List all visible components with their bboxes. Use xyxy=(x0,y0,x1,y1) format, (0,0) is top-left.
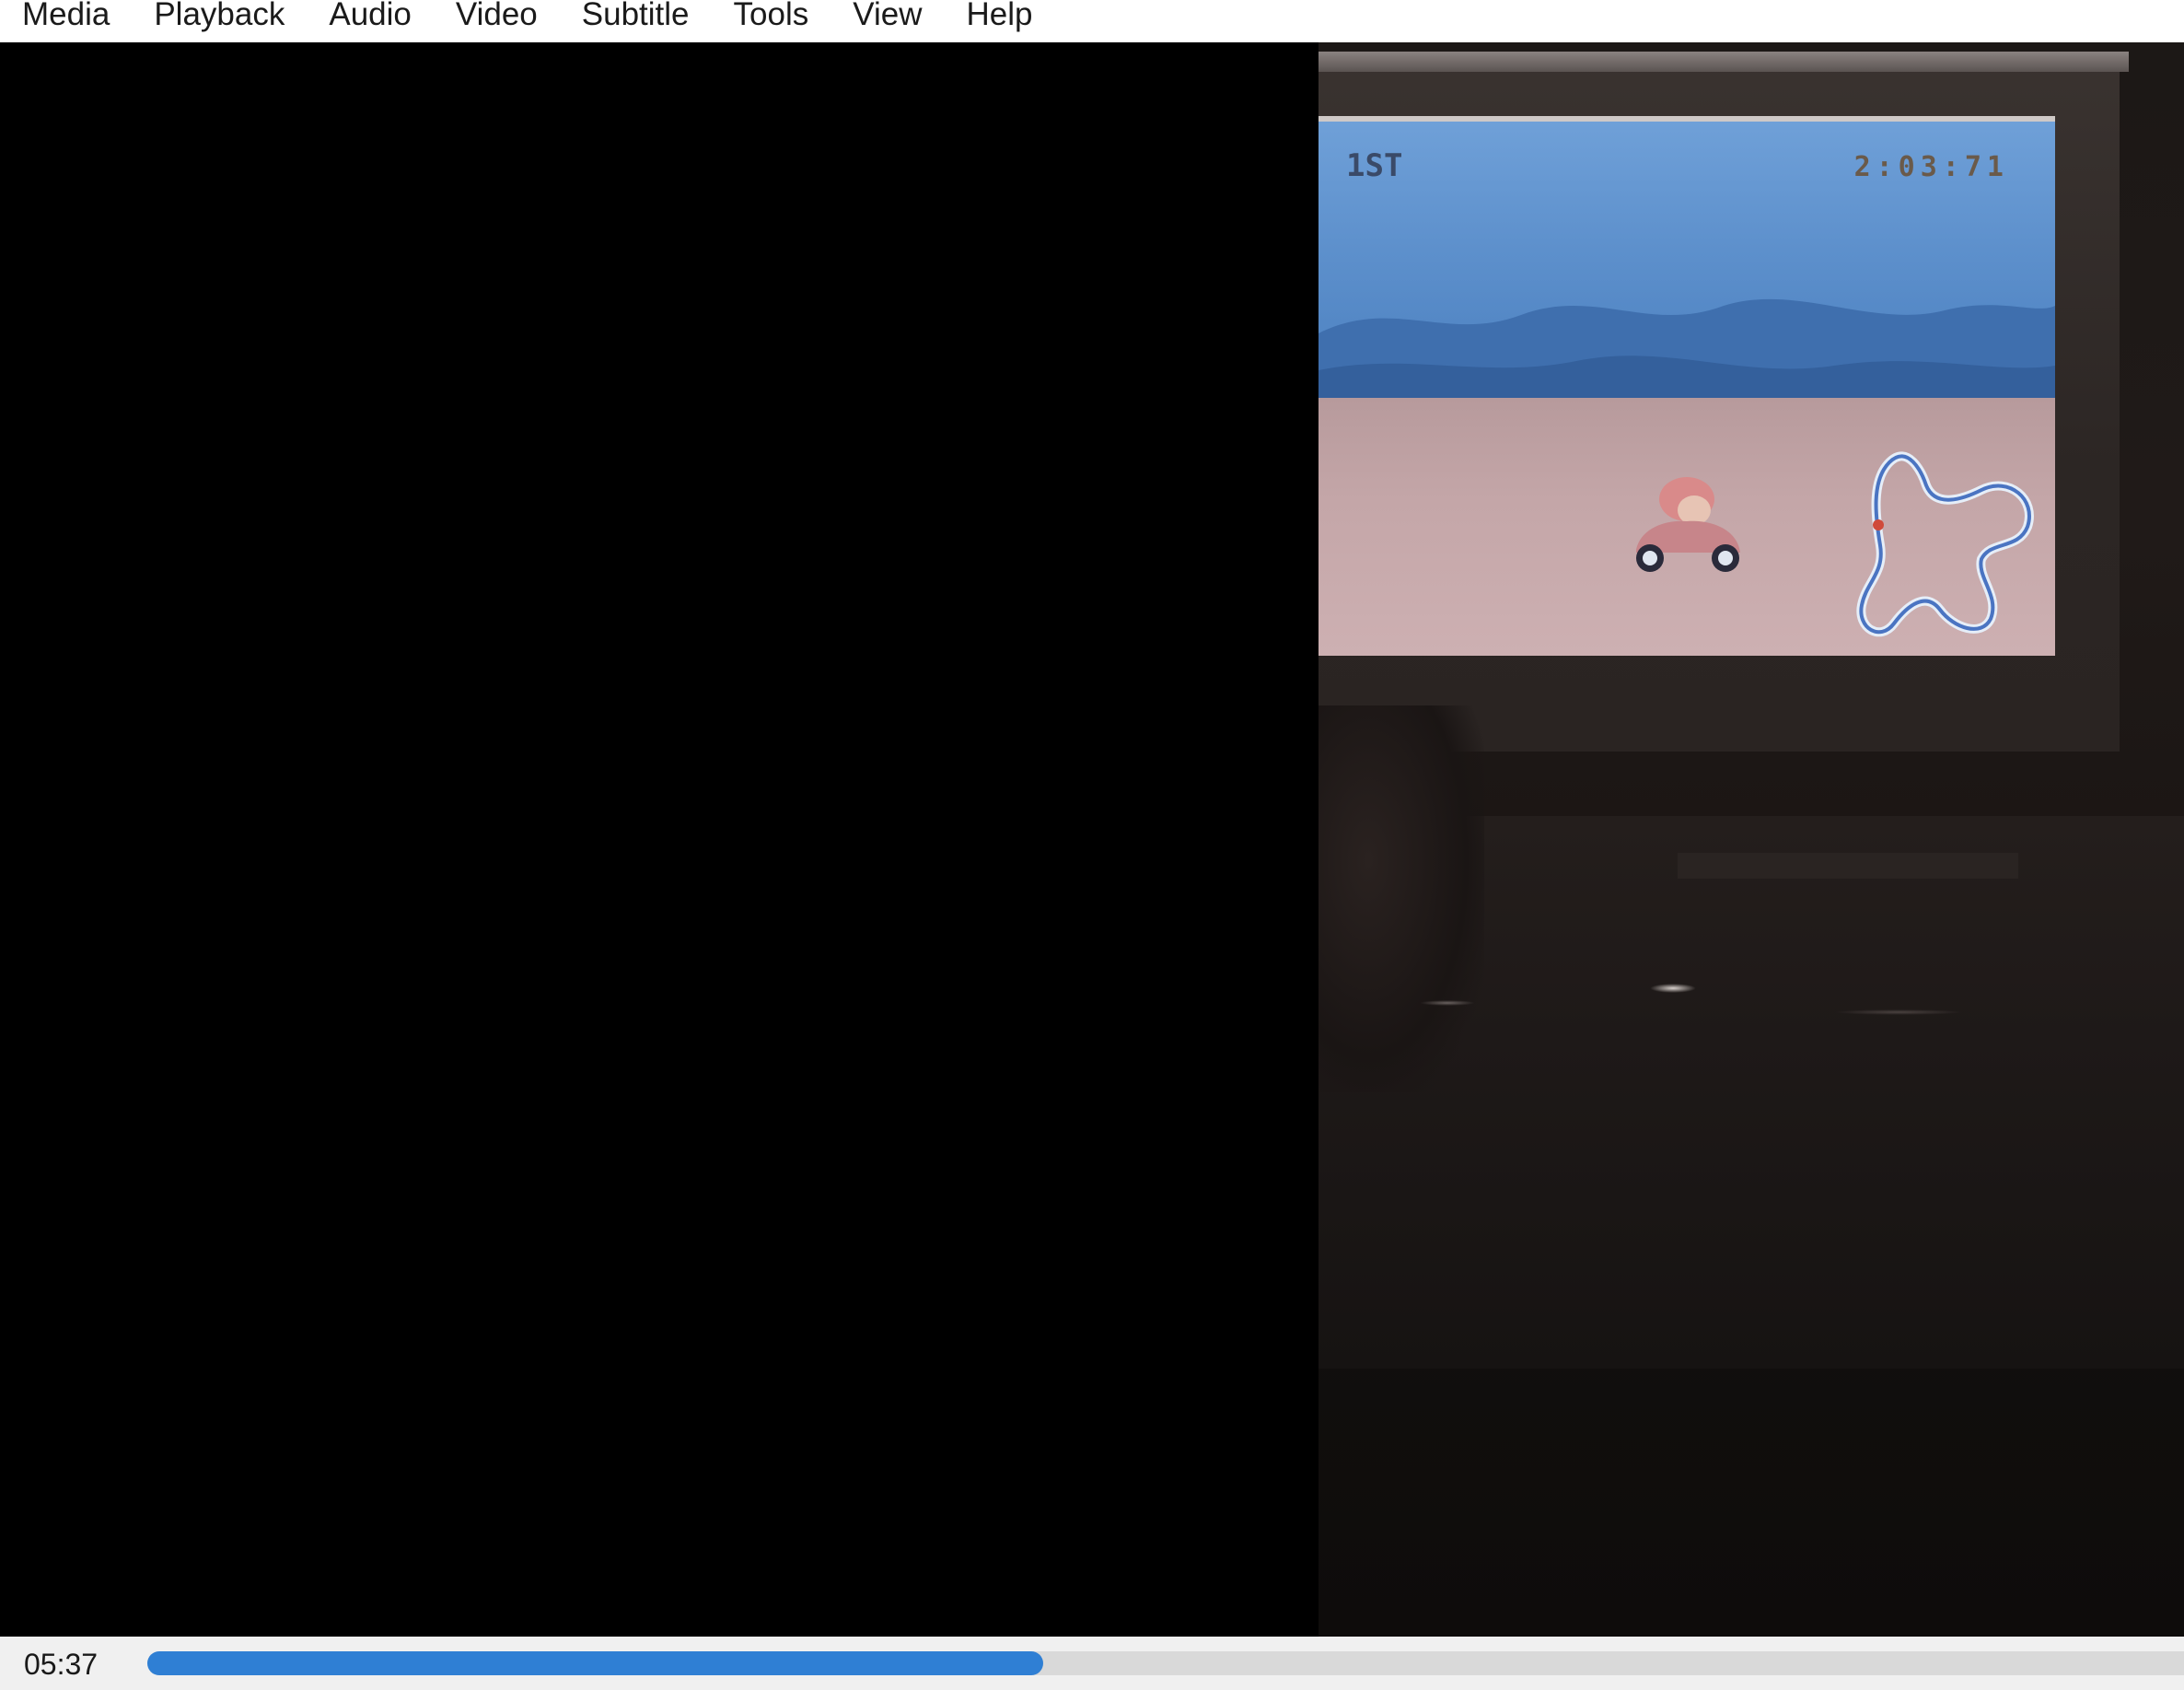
menu-video[interactable]: Video xyxy=(456,0,538,30)
seek-progress xyxy=(147,1651,1044,1675)
seek-slider[interactable] xyxy=(147,1651,2184,1675)
track-minimap xyxy=(1856,451,2034,637)
control-bar: 05:37 xyxy=(0,1637,2184,1690)
elapsed-time: 05:37 xyxy=(24,1648,99,1681)
video-display[interactable]: 1ST 2:03:71 xyxy=(0,42,2184,1637)
menu-media[interactable]: Media xyxy=(22,0,110,30)
video-frame: 1ST 2:03:71 xyxy=(1319,42,2184,1637)
menu-help[interactable]: Help xyxy=(966,0,1032,30)
menu-tools[interactable]: Tools xyxy=(734,0,809,30)
menu-audio[interactable]: Audio xyxy=(329,0,412,30)
finger-shadow xyxy=(1319,705,1484,1092)
light-glint xyxy=(1834,1009,1963,1015)
race-timer: 2:03:71 xyxy=(1853,151,2009,183)
menu-subtitle[interactable]: Subtitle xyxy=(582,0,690,30)
menu-view[interactable]: View xyxy=(853,0,922,30)
menu-playback[interactable]: Playback xyxy=(154,0,285,30)
kart-sprite xyxy=(1636,477,1740,572)
device-hinge xyxy=(1678,853,2018,879)
race-position: 1ST xyxy=(1346,147,1403,184)
light-glint xyxy=(1420,1000,1475,1006)
device-edge xyxy=(1319,52,2129,72)
game-screen: 1ST 2:03:71 xyxy=(1319,116,2055,656)
game-hills xyxy=(1319,298,2055,416)
light-glint xyxy=(1650,984,1696,993)
menu-bar: Media Playback Audio Video Subtitle Tool… xyxy=(0,0,2184,42)
